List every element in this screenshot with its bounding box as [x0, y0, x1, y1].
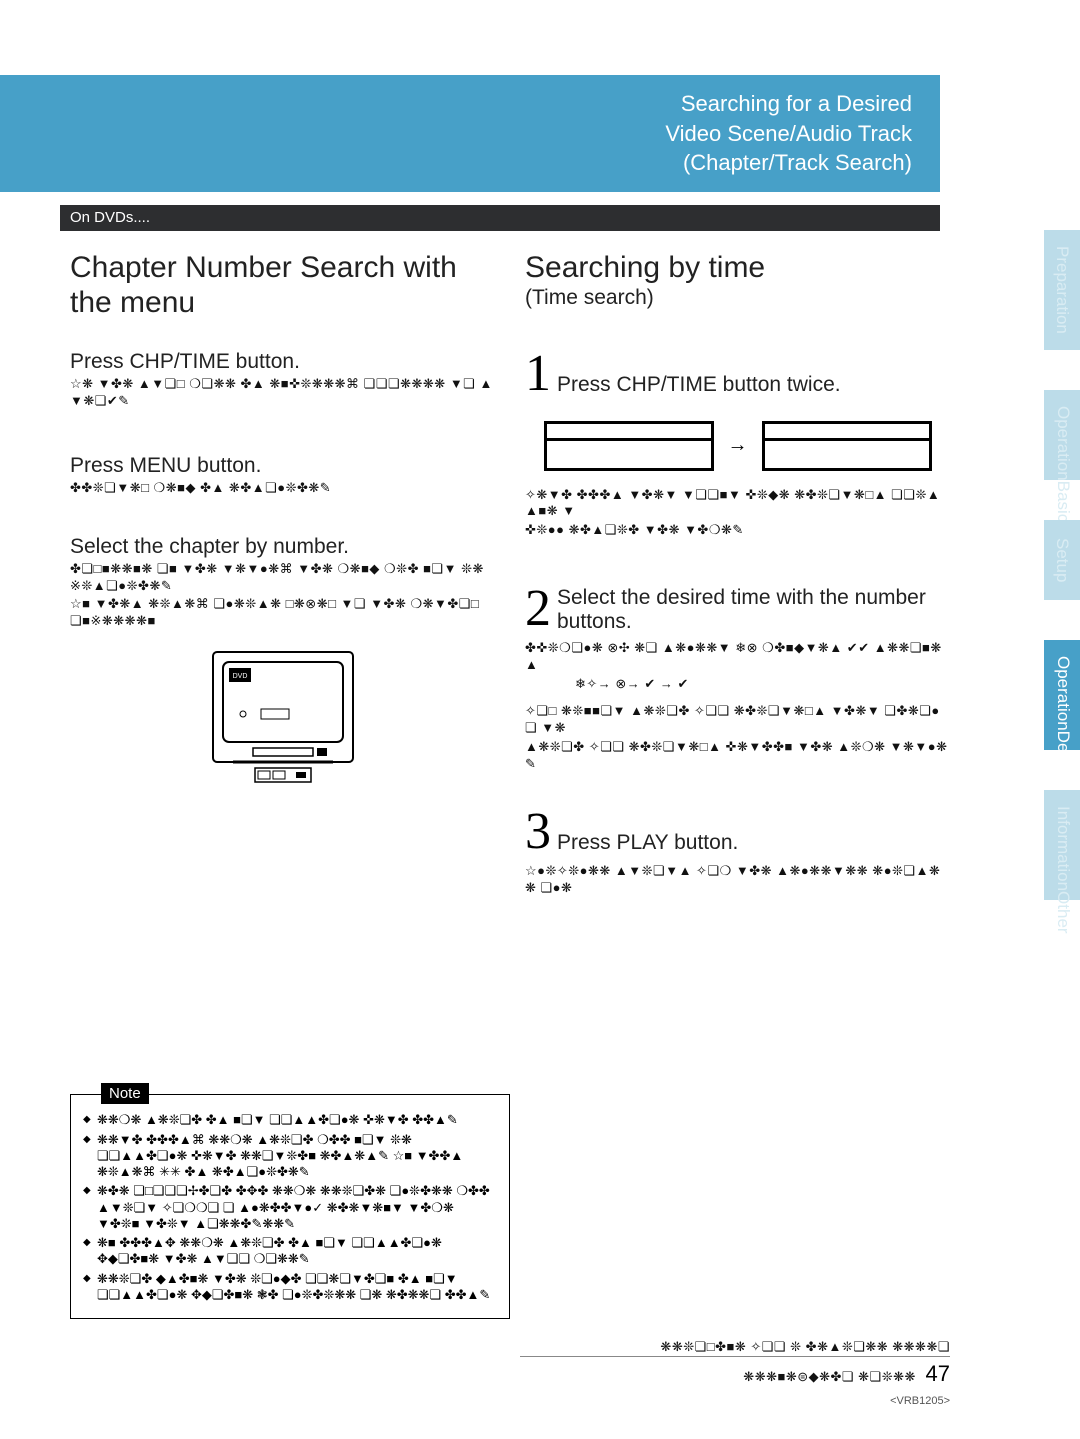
- right-g2b: ❄✧→ ⊗→ ✔ → ✔: [575, 676, 950, 693]
- right-g2c: ✧❏□ ❋❊■■❏▼ ▲❋❊❏✤ ✧❏❏ ❋✤❊❏▼❋□▲ ▼✤❋▼ ❏✤❋❏●…: [525, 703, 950, 737]
- left-step1-title: Press CHP/TIME button.: [70, 350, 495, 374]
- side-tabs: Preparation OperationBasic Setup Operati…: [1044, 230, 1080, 900]
- title-line-1: Searching for a Desired: [60, 89, 912, 119]
- footer-rule: [520, 1356, 950, 1357]
- right-step2-title-a: Select the desired time with the number: [557, 586, 926, 610]
- title-line-3: (Chapter/Track Search): [60, 148, 912, 178]
- section-strip: On DVDs....: [60, 205, 940, 231]
- right-g-after2: ✜❊●● ❋✤▲❏❊✤ ▼✤❋ ▼✤❍❋✎: [525, 522, 950, 539]
- tab-basic-op-a: Basic: [1054, 481, 1073, 523]
- note-box: Note ❋❋❍❋ ▲❋❊❏✤ ✤▲ ■❏▼ ❏❏▲▲✤❏●❋ ✜❋▼✤ ✤✤▲…: [70, 1094, 510, 1319]
- display-box-right: [762, 421, 932, 471]
- right-step1: 1 Press CHP/TIME button twice.: [525, 344, 950, 403]
- tab-other-a: Other: [1054, 891, 1073, 934]
- note-item: ❋❋❊❏✤ ◆▲✤■❋ ▼✤❋ ❊❏●◆✤ ❏❏❋❏▼✤❏■ ✤▲ ■❏▼ ❏❏…: [83, 1271, 497, 1304]
- right-step1-title: Press CHP/TIME button twice.: [557, 373, 841, 397]
- tab-basic-operation[interactable]: OperationBasic: [1044, 390, 1080, 480]
- tab-basic-op-b: Operation: [1054, 406, 1073, 481]
- left-step3-body1: ✤❏□■❋❋■❋ ❏■ ▼✤❋ ▼❋▼●❋⌘ ▼✤❋ ❍❋■◆ ❍❊✤ ■❏▼ …: [70, 561, 495, 595]
- title-line-2: Video Scene/Audio Track: [60, 119, 912, 149]
- right-step2: 2 Select the desired time with the numbe…: [525, 579, 950, 638]
- right-g3: ☆●❊✧❊●❋❋ ▲▼❊❏▼▲ ✧❏❍ ▼✤❋ ▲❋●❋❋▼❋❋ ❋●❊❏▲❋❋…: [525, 863, 950, 897]
- note-item: ❋✤❋ ❏□❏❏❏✢✤❏✤ ✤✥✤ ❋❋❍❋ ❋❋❊❏✤❋ ❏●❊✤❋❋ ❍✤✤…: [83, 1183, 497, 1232]
- left-column: Chapter Number Search with the menu Pres…: [70, 245, 495, 897]
- page-number: 47: [926, 1359, 950, 1390]
- right-step2-title-b: buttons.: [557, 610, 926, 634]
- note-list: ❋❋❍❋ ▲❋❊❏✤ ✤▲ ■❏▼ ❏❏▲▲✤❏●❋ ✜❋▼✤ ✤✤▲✎ ❋❋▼…: [83, 1112, 497, 1303]
- right-heading: Searching by time: [525, 251, 950, 286]
- left-step2-body: ✤✤❊❏▼❋□ ❍❋■◆ ✤▲ ❋✤▲❏●❊✤❋✎: [70, 480, 495, 497]
- main-content: Chapter Number Search with the menu Pres…: [70, 245, 950, 897]
- step-number-2: 2: [525, 579, 551, 638]
- tab-other-b: Information: [1054, 806, 1073, 891]
- tab-det-op-a: Detailed: [1054, 731, 1073, 793]
- arrow-icon: →: [728, 434, 748, 457]
- note-item: ❋❋▼✤ ✤✤✤▲⌘ ❋❋❍❋ ▲❋❊❏✤ ❍✤✤ ■❏▼ ❊❋ ❏❏▲▲✤❏●…: [83, 1132, 497, 1181]
- footer-g2: ❋❋❋■❋⊜◆❋✤❏ ❋❏❊❋❋: [743, 1369, 916, 1384]
- tab-preparation[interactable]: Preparation: [1044, 230, 1080, 350]
- tab-detailed-operation[interactable]: OperationDetailed: [1044, 640, 1080, 750]
- tab-det-op-b: Operation: [1054, 656, 1073, 731]
- note-item: ❋❋❍❋ ▲❋❊❏✤ ✤▲ ■❏▼ ❏❏▲▲✤❏●❋ ✜❋▼✤ ✤✤▲✎: [83, 1112, 497, 1128]
- left-heading: Chapter Number Search with the menu: [70, 251, 495, 320]
- step-number-3: 3: [525, 802, 551, 861]
- left-step3-title: Select the chapter by number.: [70, 535, 495, 559]
- note-item: ❋■ ✤✤✤▲✥ ❋❋❍❋ ▲❋❊❏✤ ✤▲ ■❏▼ ❏❏▲▲✤❏●❋ ✥◆❏✤…: [83, 1235, 497, 1268]
- left-step3-body2: ☆■ ▼✤❋▲ ❋❊▲❋⌘ ❏●❋❊▲❋ □❋⊗❋□ ▼❏ ▼✤❋ ❍❋▼✤❏□…: [70, 596, 495, 630]
- step-number-1: 1: [525, 344, 551, 403]
- right-step3: 3 Press PLAY button.: [525, 802, 950, 861]
- left-step1-body: ☆❋ ▼✤❋ ▲▼❏□ ❍❏❋❋ ✤▲ ❋■✜❊❋❋❋⌘ ❏❏❏❋❋❋❋ ▼❏ …: [70, 376, 495, 410]
- tv-illustration: DVD: [203, 644, 363, 789]
- tab-setup[interactable]: Setup: [1044, 520, 1080, 600]
- left-step2-title: Press MENU button.: [70, 454, 495, 478]
- doc-id: <VRB1205>: [520, 1394, 950, 1409]
- right-step3-title: Press PLAY button.: [557, 831, 738, 855]
- title-block: Searching for a Desired Video Scene/Audi…: [0, 75, 940, 192]
- right-g2d: ▲❋❊❏✤ ✧❏❏ ❋✤❊❏▼❋□▲ ✜❋▼✤✤■ ▼✤❋ ▲❊❍❋ ▼❋▼●❋…: [525, 739, 950, 773]
- display-box-left: [544, 421, 714, 471]
- right-g-after1: ✧❋▼✤ ✤✤✤▲ ▼✤❋▼ ▼❏❏■▼ ✜❊◆❋ ❋✤❊❏▼❋□▲ ❏❏❊▲▲…: [525, 487, 950, 521]
- right-column: Searching by time (Time search) 1 Press …: [525, 245, 950, 897]
- page-footer: ❋❋❊❏□✤■❋ ✧❏❏ ❊ ✤❋▲❊❏❋❋ ❋❋❋❋❏ ❋❋❋■❋⊜◆❋✤❏ …: [520, 1337, 950, 1409]
- right-subheading: (Time search): [525, 286, 950, 310]
- footer-g1: ❋❋❊❏□✤■❋ ✧❏❏ ❊ ✤❋▲❊❏❋❋ ❋❋❋❋❏: [520, 1339, 950, 1356]
- right-g2a: ✤✜❊❍❏●❋ ⊗✣ ❋❏ ▲❋●❋❋▼ ❄⊗ ❍✤■◆▼❋▲ ✔✔ ▲❋❋❏■…: [525, 640, 950, 674]
- display-boxes-row: →: [525, 421, 950, 471]
- tab-other-information[interactable]: InformationOther: [1044, 790, 1080, 900]
- note-badge: Note: [101, 1083, 149, 1104]
- svg-text:DVD: DVD: [232, 673, 247, 680]
